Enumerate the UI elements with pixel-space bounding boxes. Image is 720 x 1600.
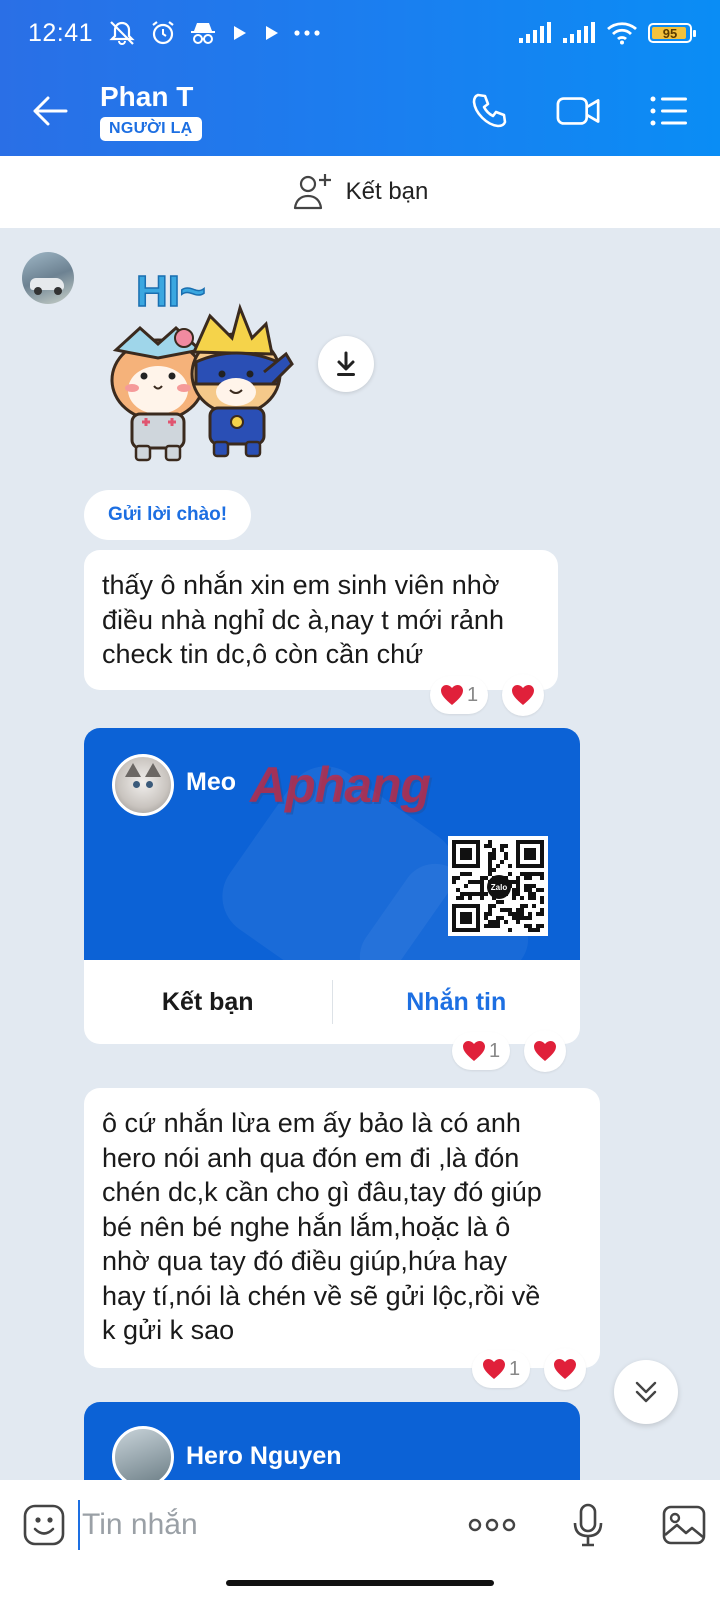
- message-line: hay tí,nói là chén về sẽ gửi lộc,rồi về: [102, 1280, 541, 1311]
- message-line: thấy ô nhắn xin em sinh viên nhờ: [102, 570, 500, 600]
- more-options-button[interactable]: [468, 1501, 516, 1549]
- message-bubble[interactable]: thấy ô nhắn xin em sinh viên nhờ điều nh…: [84, 550, 558, 690]
- microphone-icon: [573, 1503, 603, 1547]
- send-greeting-chip[interactable]: Gửi lời chào!: [84, 490, 252, 540]
- signal-icon: [562, 22, 596, 44]
- status-bar: 12:41 95: [0, 0, 720, 66]
- watermark-logo: Aphang: [250, 757, 431, 813]
- heart-icon: [483, 1359, 505, 1379]
- incognito-icon: [189, 20, 217, 46]
- input-actions: [468, 1501, 708, 1549]
- back-arrow-icon: [33, 96, 68, 126]
- play-icon: [229, 23, 249, 43]
- contact-name: Phan T: [100, 81, 194, 112]
- qr-code: Zalo: [448, 836, 548, 936]
- react-heart-button[interactable]: [524, 1030, 566, 1072]
- add-friend-label: Kết bạn: [345, 178, 429, 205]
- message-line: nhờ qua tay đó điều giúp,hứa hay: [102, 1246, 508, 1276]
- react-heart-button[interactable]: [502, 674, 544, 716]
- reaction-summary[interactable]: 1: [472, 1350, 531, 1388]
- sender-avatar[interactable]: [22, 252, 74, 304]
- contact-card-header: Meo Aphang Zalo: [84, 728, 580, 960]
- contact-card-name: Hero Nguyen: [186, 1442, 342, 1470]
- chat-area[interactable]: HI~ Gửi lời chào! thấy ô nhắn xin em sin…: [0, 228, 720, 1480]
- message-line: check tin dc,ô còn cần chứ: [102, 639, 424, 669]
- card-add-friend-button[interactable]: Kết bạn: [84, 960, 332, 1044]
- contact-card[interactable]: Hero Nguyen: [84, 1402, 580, 1480]
- scroll-to-bottom-button[interactable]: [614, 1360, 678, 1424]
- contact-card-avatar: [112, 1426, 174, 1480]
- add-person-icon: [293, 174, 331, 210]
- voice-message-button[interactable]: [564, 1501, 612, 1549]
- message-line: hero nói anh qua đón em đi ,là đón: [102, 1142, 520, 1173]
- heart-icon: [554, 1359, 576, 1379]
- contact-title-block[interactable]: Phan T NGƯỜI LẠ: [100, 81, 202, 141]
- message-line: chén dc,k cần cho gì đâu,tay đó giúp: [102, 1177, 542, 1207]
- contact-card[interactable]: Meo Aphang Zalo Kết bạn Nhắn tin: [84, 728, 580, 1044]
- heart-icon: [512, 685, 534, 705]
- double-chevron-down-icon: [635, 1381, 657, 1403]
- zalo-logo: Zalo: [487, 875, 511, 899]
- phone-icon: [472, 93, 507, 128]
- contact-card-name: Meo: [186, 768, 236, 796]
- sticker-hi-text: HI~: [136, 267, 206, 316]
- home-indicator[interactable]: [226, 1580, 494, 1586]
- status-right-icons: 95: [518, 21, 696, 45]
- video-camera-icon: [556, 97, 600, 125]
- message-line: bé nên bé nghe hắn lắm,hoặc là ô: [102, 1211, 511, 1242]
- more-dots-icon: [468, 1518, 516, 1532]
- alarm-icon: [149, 19, 177, 47]
- emoji-icon: [23, 1504, 65, 1546]
- chat-menu-button[interactable]: [646, 88, 692, 134]
- download-sticker-button[interactable]: [318, 336, 374, 392]
- add-friend-bar[interactable]: Kết bạn: [0, 156, 720, 228]
- heart-icon: [463, 1041, 485, 1061]
- message-input-bar: [0, 1480, 720, 1570]
- contact-card-avatar: [112, 754, 174, 816]
- message-line: điều nhà nghỉ dc à,nay t mới rảnh: [102, 604, 504, 635]
- voice-call-button[interactable]: [466, 88, 512, 134]
- system-nav-bar: [0, 1570, 720, 1600]
- reaction-count: 1: [489, 1039, 501, 1062]
- mute-icon: [107, 20, 137, 46]
- heart-icon: [441, 685, 463, 705]
- message-bubble[interactable]: ô cứ nhắn lừa em ấy bảo là có anh hero n…: [84, 1088, 600, 1368]
- play-icon: [261, 23, 281, 43]
- wifi-icon: [606, 21, 638, 45]
- battery-icon: 95: [648, 23, 696, 43]
- message-line: k gửi k sao: [102, 1315, 235, 1345]
- sticker-button[interactable]: [22, 1500, 66, 1550]
- heart-icon: [534, 1041, 556, 1061]
- chat-header: Phan T NGƯỜI LẠ: [0, 66, 720, 156]
- react-heart-button[interactable]: [544, 1348, 586, 1390]
- reaction-count: 1: [509, 1357, 521, 1380]
- status-left-icons: [107, 19, 321, 47]
- list-menu-icon: [650, 96, 687, 126]
- header-actions: [466, 88, 720, 134]
- download-icon: [337, 351, 355, 376]
- reaction-summary[interactable]: 1: [452, 1032, 511, 1070]
- reaction-summary[interactable]: 1: [430, 676, 489, 714]
- contact-card-actions: Kết bạn Nhắn tin: [84, 960, 580, 1044]
- send-image-button[interactable]: [660, 1501, 708, 1549]
- more-dots-icon: [293, 29, 321, 37]
- hi-sticker[interactable]: HI~: [86, 262, 306, 467]
- video-call-button[interactable]: [556, 88, 602, 134]
- back-button[interactable]: [0, 66, 100, 156]
- image-gallery-icon: [662, 1505, 706, 1545]
- message-line: ô cứ nhắn lừa em ấy bảo là có anh: [102, 1108, 521, 1138]
- status-time: 12:41: [28, 18, 94, 47]
- signal-icon: [518, 22, 552, 44]
- stranger-badge: NGƯỜI LẠ: [100, 117, 202, 141]
- battery-percent: 95: [662, 25, 678, 41]
- message-input[interactable]: [78, 1500, 468, 1550]
- reaction-count: 1: [467, 683, 479, 706]
